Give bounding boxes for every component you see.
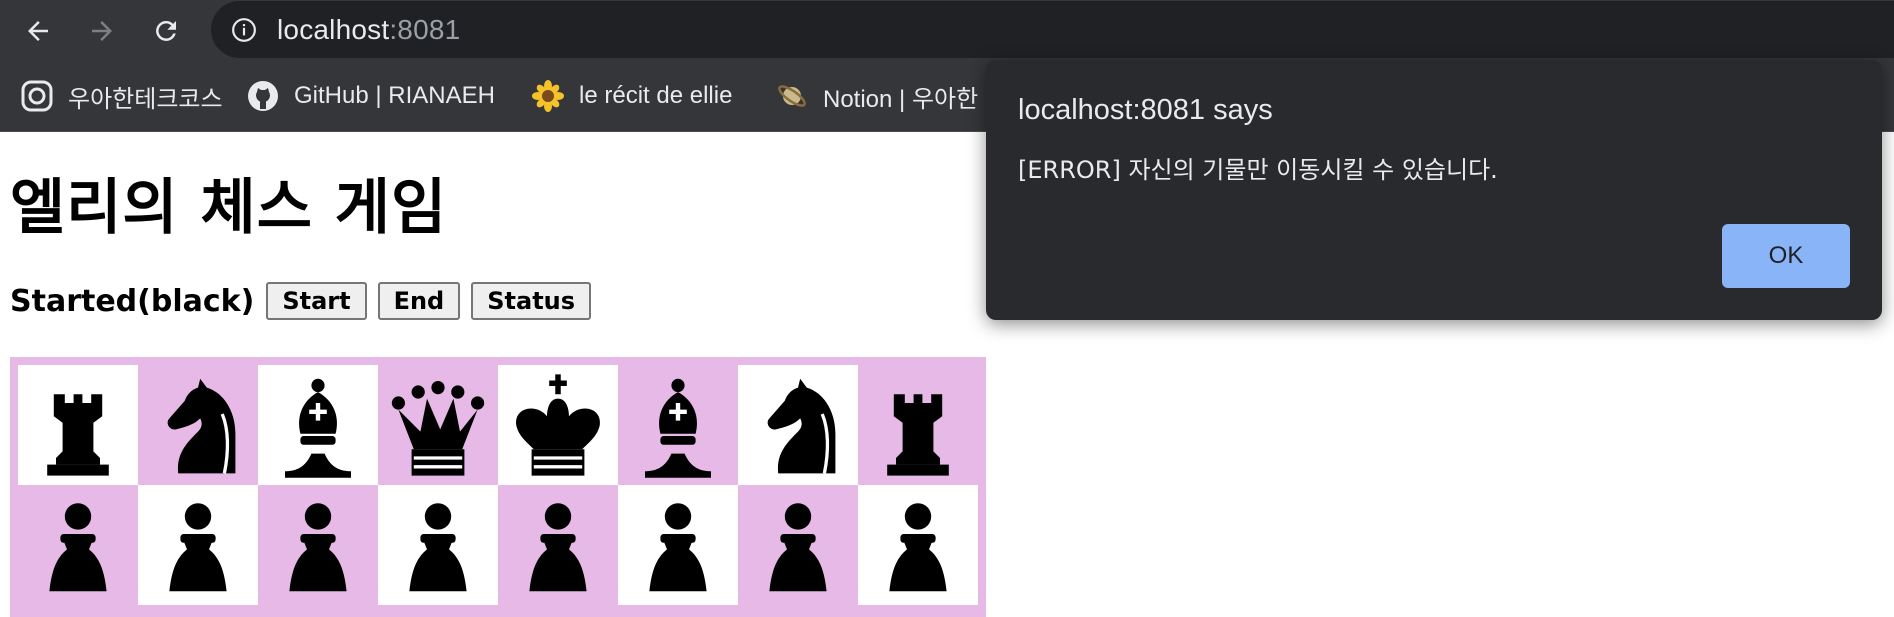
sunflower-icon: [531, 79, 565, 113]
board-square[interactable]: [18, 365, 138, 485]
arrow-left-icon: [28, 21, 48, 41]
reload-icon: [156, 20, 176, 41]
bookmark-label: Notion | 우아한: [823, 85, 979, 113]
chess-board: [10, 357, 986, 617]
end-button[interactable]: End: [377, 282, 461, 320]
woowa-icon: [20, 79, 54, 113]
planet-icon: [775, 79, 809, 113]
knight-piece-icon: [167, 378, 236, 474]
bookmark-ellie[interactable]: le récit de ellie: [531, 76, 732, 116]
back-button[interactable]: [18, 11, 58, 51]
bookmark-woowa[interactable]: 우아한테크코스: [20, 76, 223, 116]
knight-piece-icon: [767, 378, 836, 474]
bookmark-label: GitHub | RIANAEH: [294, 82, 495, 109]
bishop-piece-icon: [285, 378, 351, 478]
arrow-right-icon: [92, 21, 112, 41]
board-square[interactable]: [378, 485, 498, 605]
board-square[interactable]: [618, 485, 738, 605]
board-square[interactable]: [258, 485, 378, 605]
address-bar[interactable]: localhost:8081: [211, 1, 1894, 58]
pawn-piece-icon: [289, 503, 347, 592]
page-title: 엘리의 체스 게임: [10, 173, 448, 243]
bishop-piece-icon: [645, 378, 711, 478]
pawn-piece-icon: [49, 503, 107, 592]
board-square[interactable]: [18, 485, 138, 605]
pawn-piece-icon: [169, 503, 227, 592]
rook-piece-icon: [887, 394, 949, 476]
url-port: :8081: [389, 14, 461, 45]
board-square[interactable]: [138, 485, 258, 605]
alert-dialog: localhost:8081 says [ERROR] 자신의 기물만 이동시킬…: [986, 60, 1882, 320]
board-square[interactable]: [498, 365, 618, 485]
info-icon[interactable]: [231, 17, 257, 43]
github-icon: [246, 79, 280, 113]
start-button[interactable]: Start: [266, 282, 367, 320]
board-square[interactable]: [738, 485, 858, 605]
pawn-piece-icon: [409, 503, 467, 592]
bookmark-label: 우아한테크코스: [68, 85, 223, 113]
bookmark-notion[interactable]: Notion | 우아한: [775, 76, 978, 116]
pawn-piece-icon: [529, 503, 587, 592]
board-square[interactable]: [738, 365, 858, 485]
board-square[interactable]: [138, 365, 258, 485]
board-square[interactable]: [858, 365, 978, 485]
game-controls: Started(black) Start End Status: [10, 282, 602, 320]
pawn-piece-icon: [889, 503, 947, 592]
ok-button[interactable]: OK: [1722, 224, 1850, 288]
board-square[interactable]: [258, 365, 378, 485]
forward-button[interactable]: [82, 11, 122, 51]
board-square[interactable]: [378, 365, 498, 485]
queen-piece-icon: [391, 381, 485, 476]
rook-piece-icon: [47, 394, 109, 476]
pawn-piece-icon: [649, 503, 707, 592]
king-piece-icon: [516, 374, 600, 476]
dialog-title: localhost:8081 says: [1018, 94, 1273, 126]
dialog-message: [ERROR] 자신의 기물만 이동시킬 수 있습니다.: [1018, 156, 1498, 184]
board-square[interactable]: [498, 485, 618, 605]
reload-button[interactable]: [146, 11, 186, 51]
bookmark-github[interactable]: GitHub | RIANAEH: [246, 76, 495, 116]
url-host: localhost: [277, 14, 390, 45]
status-button[interactable]: Status: [471, 282, 592, 320]
url-text[interactable]: localhost:8081: [277, 13, 460, 47]
pawn-piece-icon: [769, 503, 827, 592]
board-square[interactable]: [618, 365, 738, 485]
bookmark-label: le récit de ellie: [579, 82, 733, 109]
browser-toolbar: localhost:8081: [0, 0, 1894, 62]
game-status: Started(black): [10, 283, 255, 319]
board-square[interactable]: [858, 485, 978, 605]
